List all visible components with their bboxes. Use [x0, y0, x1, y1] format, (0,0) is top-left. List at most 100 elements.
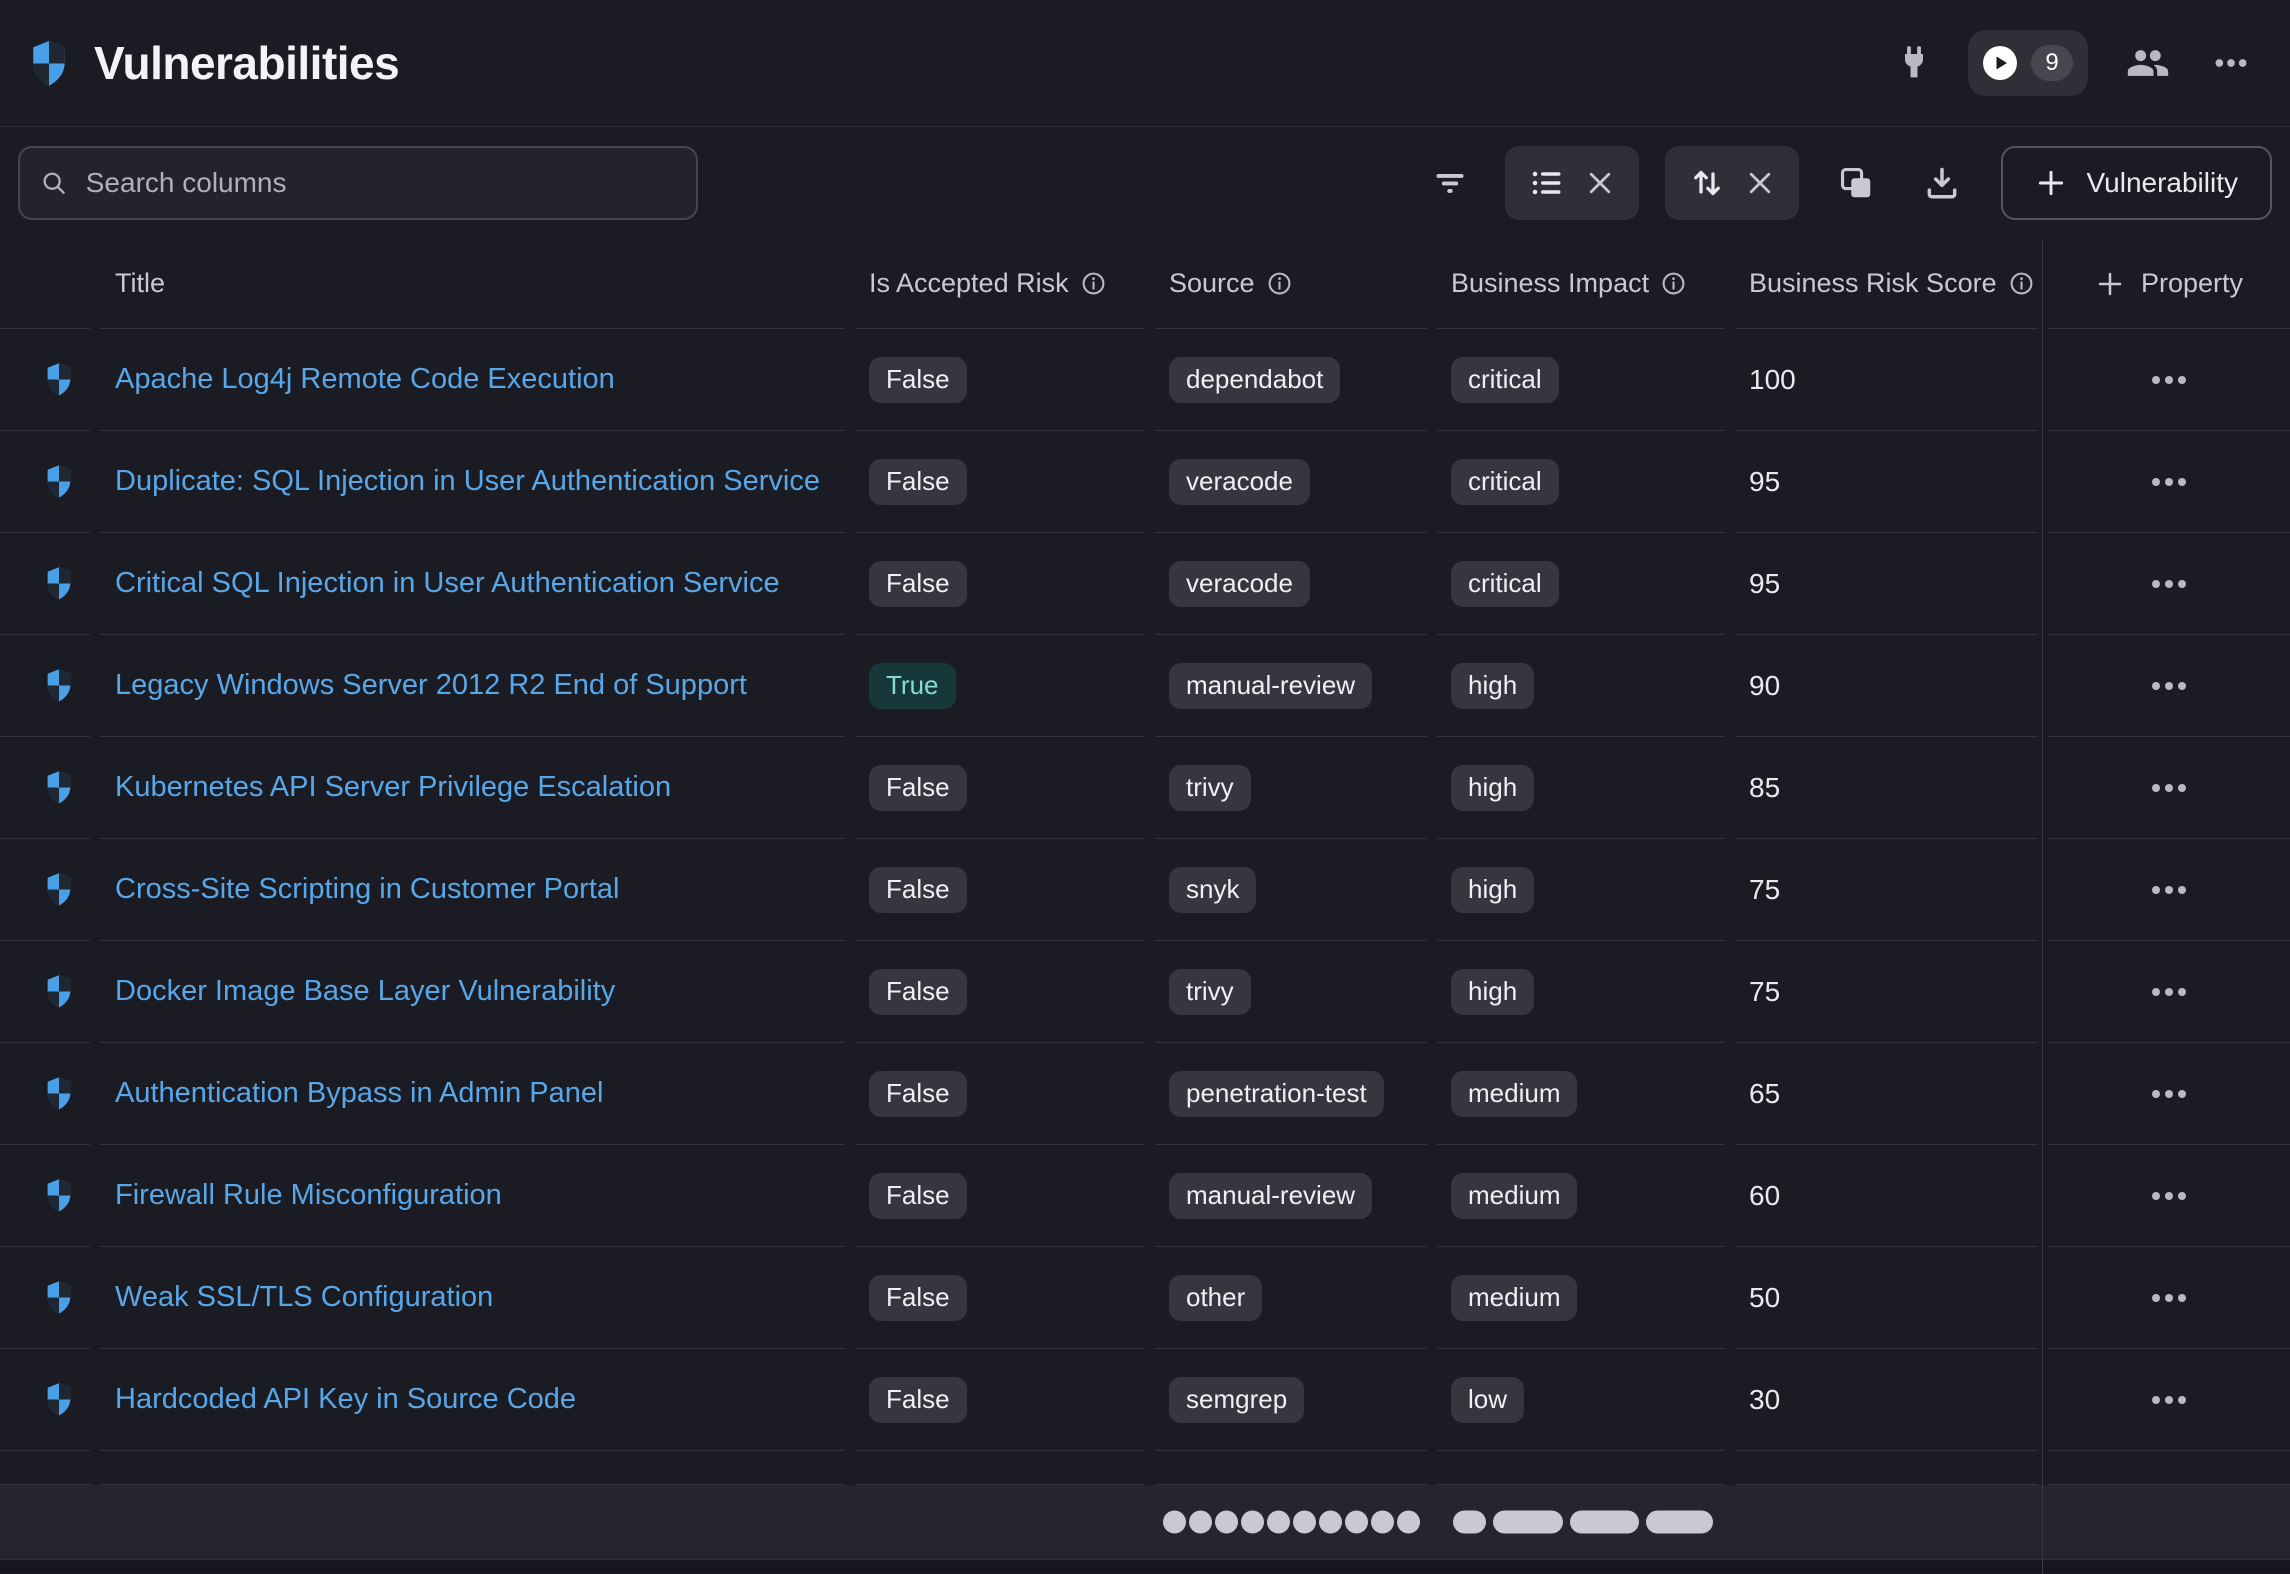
row-business-impact-cell: low — [1437, 1349, 1725, 1451]
row-icon-cell — [0, 431, 90, 533]
column-header-title[interactable]: Title — [100, 239, 845, 329]
clear-icon[interactable] — [1585, 168, 1615, 198]
row-actions-menu-button[interactable] — [2138, 770, 2200, 806]
vulnerability-title-link[interactable]: Weak SSL/TLS Configuration — [115, 1281, 493, 1314]
row-actions-menu-button[interactable] — [2138, 1280, 2200, 1316]
pagination-loading-skeleton — [1163, 1511, 1720, 1534]
is-accepted-risk-badge: False — [869, 1275, 967, 1321]
row-accepted-risk-cell: False — [855, 431, 1145, 533]
source-badge: dependabot — [1169, 357, 1340, 403]
download-button[interactable] — [1913, 154, 1971, 212]
vulnerability-title-link[interactable]: Firewall Rule Misconfiguration — [115, 1179, 502, 1212]
vulnerability-title-link[interactable]: Authentication Bypass in Admin Panel — [115, 1077, 603, 1110]
ellipsis-icon — [2152, 784, 2160, 792]
row-actions-menu-button[interactable] — [2138, 1178, 2200, 1214]
row-actions-menu-button[interactable] — [2138, 464, 2200, 500]
add-property-header[interactable]: Property — [2048, 239, 2290, 329]
search-columns-input[interactable] — [84, 166, 676, 200]
table-row: Authentication Bypass in Admin Panel Fal… — [0, 1043, 2290, 1145]
clear-icon[interactable] — [1745, 168, 1775, 198]
row-business-risk-score-cell: 50 — [1735, 1247, 2038, 1349]
row-accepted-risk-cell: False — [855, 1247, 1145, 1349]
row-title-cell: Apache Log4j Remote Code Execution — [100, 329, 845, 431]
vulnerability-title-link[interactable]: Duplicate: SQL Injection in User Authent… — [115, 465, 820, 498]
table-toolbar: Vulnerability — [0, 127, 2290, 239]
sort-active-filter[interactable] — [1665, 146, 1799, 220]
row-business-impact-cell: high — [1437, 941, 1725, 1043]
info-icon[interactable] — [1661, 271, 1686, 296]
row-accepted-risk-cell: True — [855, 635, 1145, 737]
row-title-cell: Cross-Site Scripting in Customer Portal — [100, 839, 845, 941]
row-actions-menu-button[interactable] — [2138, 1076, 2200, 1112]
business-impact-badge: high — [1451, 765, 1534, 811]
column-header-source[interactable]: Source — [1155, 239, 1427, 329]
business-risk-score-value: 95 — [1749, 466, 1780, 498]
column-header-business-impact[interactable]: Business Impact — [1437, 239, 1725, 329]
play-icon — [1983, 46, 2017, 80]
row-menu-cell — [2048, 431, 2290, 533]
business-impact-badge: critical — [1451, 561, 1559, 607]
row-business-risk-score-cell: 75 — [1735, 941, 2038, 1043]
row-business-risk-score-cell: 60 — [1735, 1145, 2038, 1247]
row-actions-menu-button[interactable] — [2138, 362, 2200, 398]
property-column-divider — [2042, 240, 2043, 1574]
row-actions-menu-button[interactable] — [2138, 566, 2200, 602]
is-accepted-risk-badge: False — [869, 1173, 967, 1219]
table-body: Apache Log4j Remote Code Execution False… — [0, 329, 2290, 1451]
users-button[interactable] — [2122, 35, 2174, 91]
info-icon[interactable] — [1267, 271, 1292, 296]
app-shield-logo-icon — [31, 41, 67, 86]
skeleton-dot — [1293, 1511, 1316, 1534]
skeleton-dot — [1319, 1511, 1342, 1534]
skeleton-pill — [1493, 1511, 1563, 1534]
row-accepted-risk-cell: False — [855, 1349, 1145, 1451]
vulnerability-title-link[interactable]: Hardcoded API Key in Source Code — [115, 1383, 576, 1416]
column-header-is-accepted-risk[interactable]: Is Accepted Risk — [855, 239, 1145, 329]
row-accepted-risk-cell: False — [855, 533, 1145, 635]
filter-button[interactable] — [1421, 154, 1479, 212]
row-accepted-risk-cell: False — [855, 941, 1145, 1043]
info-icon[interactable] — [1081, 271, 1106, 296]
page-title: Vulnerabilities — [94, 36, 399, 90]
table-row: Firewall Rule Misconfiguration False man… — [0, 1145, 2290, 1247]
row-actions-menu-button[interactable] — [2138, 668, 2200, 704]
row-actions-menu-button[interactable] — [2138, 1382, 2200, 1418]
info-icon[interactable] — [2009, 271, 2034, 296]
row-menu-cell — [2048, 737, 2290, 839]
runs-button[interactable]: 9 — [1968, 30, 2088, 96]
skeleton-pill — [1453, 1511, 1486, 1534]
vulnerability-title-link[interactable]: Critical SQL Injection in User Authentic… — [115, 567, 780, 600]
business-impact-badge: medium — [1451, 1173, 1577, 1219]
is-accepted-risk-badge: False — [869, 765, 967, 811]
vulnerability-title-link[interactable]: Apache Log4j Remote Code Execution — [115, 363, 615, 396]
is-accepted-risk-badge: False — [869, 561, 967, 607]
ellipsis-icon — [2152, 580, 2160, 588]
search-columns-field[interactable] — [18, 146, 698, 220]
source-badge: veracode — [1169, 459, 1310, 505]
skeleton-dot — [1241, 1511, 1264, 1534]
vulnerability-title-link[interactable]: Cross-Site Scripting in Customer Portal — [115, 873, 619, 906]
add-vulnerability-button[interactable]: Vulnerability — [2001, 146, 2272, 220]
table-row: Docker Image Base Layer Vulnerability Fa… — [0, 941, 2290, 1043]
row-business-risk-score-cell: 65 — [1735, 1043, 2038, 1145]
vulnerability-shield-icon — [46, 669, 72, 702]
source-badge: veracode — [1169, 561, 1310, 607]
copy-button[interactable] — [1827, 154, 1885, 212]
group-by-active-filter[interactable] — [1505, 146, 1639, 220]
vulnerability-title-link[interactable]: Docker Image Base Layer Vulnerability — [115, 975, 615, 1008]
row-actions-menu-button[interactable] — [2138, 872, 2200, 908]
row-actions-menu-button[interactable] — [2138, 974, 2200, 1010]
row-business-impact-cell: high — [1437, 635, 1725, 737]
vulnerability-title-link[interactable]: Legacy Windows Server 2012 R2 End of Sup… — [115, 669, 747, 702]
business-risk-score-value: 85 — [1749, 772, 1780, 804]
more-options-button[interactable] — [2204, 35, 2258, 91]
vulnerability-title-link[interactable]: Kubernetes API Server Privilege Escalati… — [115, 771, 671, 804]
column-header-business-risk-score[interactable]: Business Risk Score — [1735, 239, 2038, 329]
row-source-cell: other — [1155, 1247, 1427, 1349]
integrations-plug-button[interactable] — [1892, 35, 1936, 91]
row-icon-cell — [0, 1043, 90, 1145]
skeleton-dot — [1267, 1511, 1290, 1534]
row-title-cell: Legacy Windows Server 2012 R2 End of Sup… — [100, 635, 845, 737]
ellipsis-icon — [2152, 376, 2160, 384]
row-business-risk-score-cell: 85 — [1735, 737, 2038, 839]
